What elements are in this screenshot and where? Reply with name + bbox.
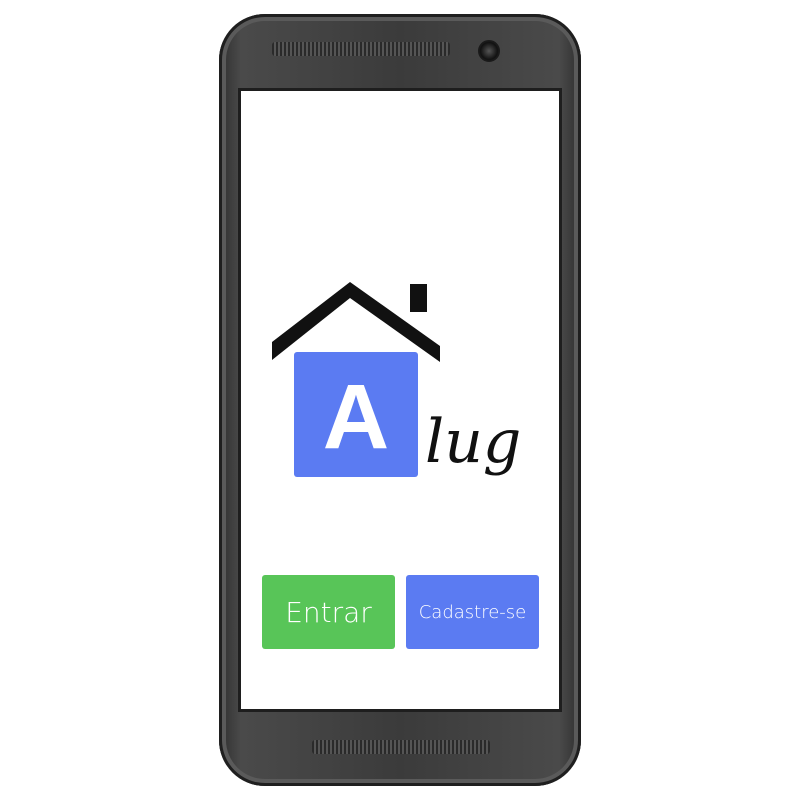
- house-chimney-icon: [410, 284, 427, 312]
- app-logo: A lug: [272, 282, 521, 477]
- entrar-button[interactable]: Entrar: [262, 575, 395, 649]
- logo-wordmark: lug: [425, 407, 521, 477]
- cadastre-se-button[interactable]: Cadastre-se: [406, 575, 539, 649]
- logo-letter: A: [323, 366, 389, 468]
- bottom-speaker-grille: [312, 740, 490, 754]
- cadastre-se-button-label: Cadastre-se: [418, 601, 527, 623]
- front-camera-icon: [478, 40, 500, 62]
- entrar-button-label: Entrar: [285, 595, 372, 629]
- device-stage: A lug Entrar Cadastre-se: [0, 0, 800, 800]
- top-speaker-grille: [272, 42, 450, 56]
